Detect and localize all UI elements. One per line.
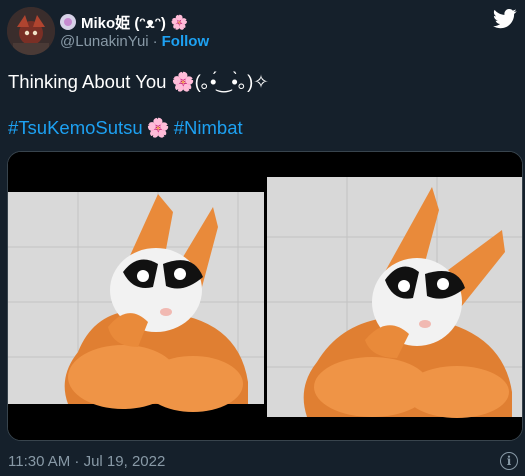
media-grid bbox=[7, 151, 523, 441]
tweet-text: Thinking About You 🌸(｡•́‿•̀｡)✧ bbox=[8, 71, 269, 92]
hashtag-row: #TsuKemoSutsu 🌸 #Nimbat bbox=[8, 117, 243, 139]
tweet-card: Miko姫 (ᵔᴥᵔ) 🌸 @LunakinYui · Follow Think… bbox=[0, 0, 525, 476]
twitter-bird-icon[interactable] bbox=[493, 9, 517, 29]
author-handle-row: @LunakinYui · Follow bbox=[60, 33, 209, 50]
author-handle[interactable]: @LunakinYui bbox=[60, 33, 149, 50]
photo-left[interactable] bbox=[8, 152, 264, 440]
tweet-timestamp[interactable]: 11:30 AM · Jul 19, 2022 bbox=[8, 453, 165, 470]
flower-emoji: 🌸 bbox=[146, 117, 170, 138]
separator-dot: · bbox=[152, 33, 158, 50]
flower-emoji: 🌸 bbox=[170, 14, 189, 30]
photo-right[interactable] bbox=[267, 152, 522, 440]
author-display-name[interactable]: Miko姫 (ᵔᴥᵔ) bbox=[81, 12, 166, 33]
follow-button[interactable]: Follow bbox=[162, 33, 210, 50]
profile-badge-icon bbox=[60, 14, 76, 30]
author-name-row[interactable]: Miko姫 (ᵔᴥᵔ) 🌸 bbox=[60, 12, 188, 32]
hashtag-tsukemosutsu[interactable]: #TsuKemoSutsu bbox=[8, 117, 143, 139]
avatar[interactable] bbox=[7, 7, 55, 55]
info-icon[interactable]: i bbox=[500, 452, 518, 470]
hashtag-nimbat[interactable]: #Nimbat bbox=[174, 117, 243, 139]
